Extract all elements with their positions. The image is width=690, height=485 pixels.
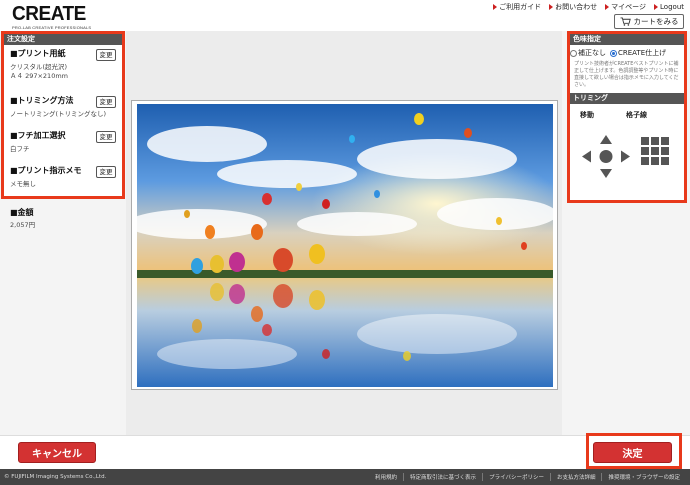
trimming-method-value: ノートリミング(トリミングなし): [10, 110, 107, 118]
border-value: 白フチ: [10, 145, 30, 153]
copyright: © FUJIFILM Imaging Systems Co.,Ltd.: [4, 474, 107, 480]
border-section: ■フチ加工選択 変更 白フチ: [4, 127, 122, 162]
logo-text: CREATE: [12, 3, 86, 25]
move-label: 移動: [580, 111, 594, 119]
view-cart-label: カートをみる: [633, 17, 679, 26]
footer-terms-link[interactable]: 利用規約: [369, 473, 403, 481]
top-nav: ご利用ガイド お問い合わせ マイページ Logout: [493, 2, 684, 12]
move-left-icon[interactable]: [582, 150, 591, 163]
grid-lines-icon[interactable]: [641, 137, 669, 165]
print-paper-section: ■プリント用紙 変更 クリスタル(超光沢) Ａ４ 297×210mm: [4, 45, 122, 92]
amount-section: ■金額 2,057円: [10, 207, 35, 230]
move-right-icon[interactable]: [621, 150, 630, 163]
color-options: 補正なし CREATE仕上げ: [570, 45, 684, 58]
order-settings-title: 注文設定: [4, 34, 122, 45]
footer-environment-link[interactable]: 推奨環境・ブラウザーの設定: [601, 473, 686, 481]
triangle-right-icon: [605, 4, 610, 10]
radio-unselected-icon: [570, 49, 577, 57]
print-memo-section: ■プリント指示メモ 変更 メモ無し: [4, 162, 122, 192]
amount-title: ■金額: [10, 208, 34, 217]
nav-guide-link[interactable]: ご利用ガイド: [493, 2, 541, 12]
change-border-button[interactable]: 変更: [96, 131, 116, 143]
trimming-method-section: ■トリミング方法 変更 ノートリミング(トリミングなし): [4, 92, 122, 127]
create-logo[interactable]: CREATE PRO-LAB CREATIVE PROFESSIONALS: [12, 4, 122, 30]
change-print-memo-button[interactable]: 変更: [96, 166, 116, 178]
nav-mypage-label: マイページ: [611, 3, 647, 11]
color-option-create[interactable]: CREATE仕上げ: [610, 48, 666, 58]
nav-logout-link[interactable]: Logout: [654, 2, 684, 12]
footer-commerce-law-link[interactable]: 特定商取引法に基づく表示: [403, 473, 482, 481]
trimming-title: トリミング: [570, 93, 684, 104]
move-dpad: [582, 135, 630, 178]
cart-icon: [620, 17, 631, 26]
color-settings-title: 色味指定: [570, 34, 684, 45]
photo-preview-frame: [131, 100, 558, 390]
color-option-none-label: 補正なし: [578, 49, 606, 57]
move-up-icon[interactable]: [600, 135, 612, 144]
nav-contact-label: お問い合わせ: [555, 3, 598, 11]
footer: © FUJIFILM Imaging Systems Co.,Ltd. 利用規約…: [0, 469, 690, 485]
radio-selected-icon: [610, 49, 617, 57]
triangle-right-icon: [654, 4, 659, 10]
color-option-none[interactable]: 補正なし: [570, 48, 606, 58]
footer-links: 利用規約 特定商取引法に基づく表示 プライバシーポリシー お支払方法詳細 推奨環…: [369, 473, 686, 481]
view-cart-button[interactable]: カートをみる: [614, 14, 684, 29]
color-trimming-panel: 色味指定 補正なし CREATE仕上げ プリント技術者がCREATEベストプリン…: [567, 31, 687, 203]
change-trimming-method-button[interactable]: 変更: [96, 96, 116, 108]
grid-label: 格子線: [626, 111, 647, 119]
nav-logout-label: Logout: [660, 3, 684, 11]
color-option-create-label: CREATE仕上げ: [618, 49, 667, 57]
nav-guide-label: ご利用ガイド: [499, 3, 542, 11]
page: CREATE PRO-LAB CREATIVE PROFESSIONALS ご利…: [0, 0, 690, 485]
nav-mypage-link[interactable]: マイページ: [605, 2, 646, 12]
move-center-icon[interactable]: [599, 150, 613, 163]
triangle-right-icon: [493, 4, 498, 10]
print-memo-value: メモ無し: [10, 180, 36, 188]
footer-privacy-link[interactable]: プライバシーポリシー: [482, 473, 550, 481]
print-paper-type: クリスタル(超光沢): [10, 63, 68, 71]
triangle-right-icon: [549, 4, 554, 10]
trimming-labels: 移動 格子線: [570, 104, 684, 120]
balloon-photo-image: [137, 104, 553, 387]
logo-subtitle: PRO-LAB CREATIVE PROFESSIONALS: [12, 25, 92, 30]
nav-contact-link[interactable]: お問い合わせ: [549, 2, 597, 12]
cancel-button[interactable]: キャンセル: [18, 442, 96, 463]
ok-button[interactable]: 決定: [593, 442, 672, 463]
print-paper-size: Ａ４ 297×210mm: [10, 72, 68, 80]
change-print-paper-button[interactable]: 変更: [96, 49, 116, 61]
footer-payment-link[interactable]: お支払方法詳細: [549, 473, 602, 481]
order-settings-panel: 注文設定 ■プリント用紙 変更 クリスタル(超光沢) Ａ４ 297×210mm …: [1, 31, 125, 199]
move-down-icon[interactable]: [600, 169, 612, 178]
photo-preview[interactable]: [137, 104, 553, 387]
color-note-text: プリント技術者がCREATEベストプリントに補正して仕上げます。色調調整等やプリ…: [574, 61, 679, 88]
amount-value: 2,057円: [10, 221, 36, 229]
